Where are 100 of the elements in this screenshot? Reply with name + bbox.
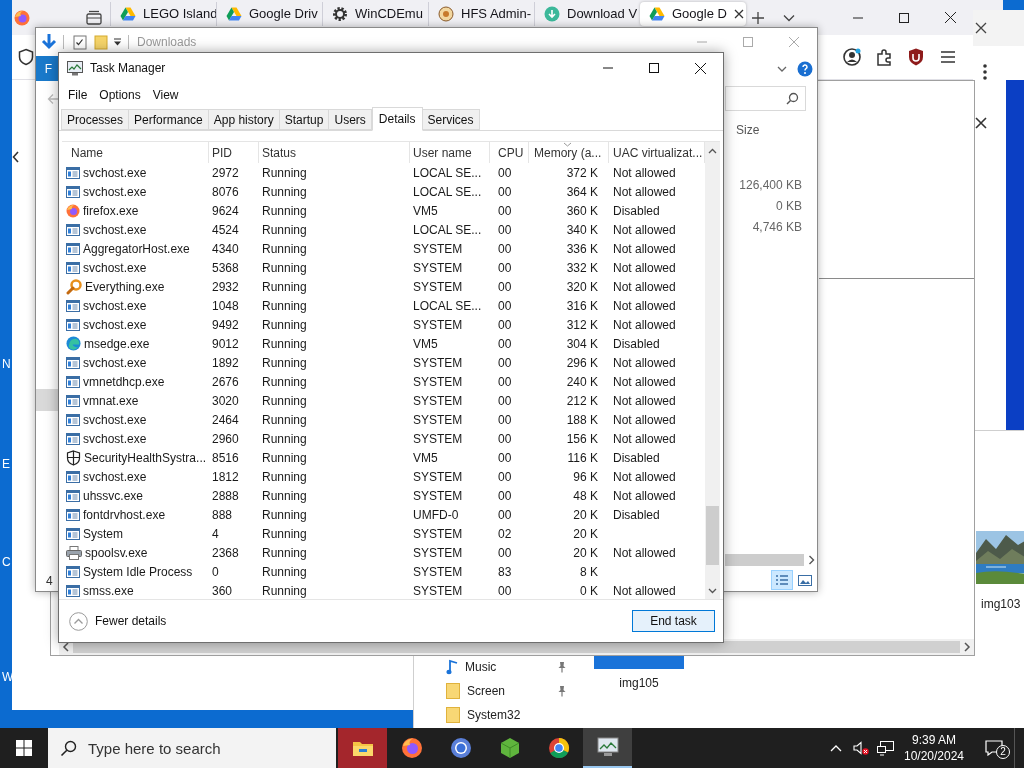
table-cell: LOCAL SE...	[413, 165, 482, 180]
desktop-icon-label[interactable]: E	[2, 455, 10, 473]
muted-speaker-icon[interactable]	[853, 740, 869, 756]
globe-logo-icon[interactable]	[14, 9, 30, 26]
kebab-menu-icon[interactable]	[983, 64, 987, 80]
table-cell: 4524	[212, 222, 239, 237]
table-cell: Disabled	[613, 336, 660, 351]
table-cell: 00	[498, 393, 512, 408]
details-view-button[interactable]	[771, 570, 793, 590]
file-label[interactable]: img103	[981, 597, 1021, 611]
dropdown-icon[interactable]	[113, 38, 122, 46]
tab[interactable]: Users	[328, 109, 372, 130]
column-header[interactable]: Size	[736, 121, 760, 139]
chevron-down-icon[interactable]	[783, 13, 795, 22]
close-icon	[789, 37, 799, 47]
chevron-left-icon[interactable]	[62, 642, 70, 652]
browser-tab[interactable]: LEGO Island	[110, 2, 216, 26]
close-icon[interactable]	[974, 21, 988, 35]
tab-list-icon[interactable]	[86, 10, 102, 25]
search-icon	[786, 92, 799, 105]
table-cell: 00	[498, 184, 512, 199]
scroll-down-icon[interactable]	[708, 587, 717, 594]
browser-tab[interactable]: Google Driv	[216, 2, 322, 26]
close-icon[interactable]	[733, 9, 744, 19]
browser-tab[interactable]: Google D	[640, 2, 746, 26]
fewer-details-button[interactable]: Fewer details	[69, 611, 167, 631]
menu-item[interactable]: Options	[93, 86, 147, 104]
nav-item[interactable]: Screen	[442, 680, 569, 702]
column-header[interactable]: PID	[209, 142, 259, 163]
close-icon[interactable]	[974, 116, 988, 130]
clock-time[interactable]: 9:39 AM	[912, 732, 956, 748]
checklist-icon[interactable]	[73, 34, 87, 50]
chevron-up-icon[interactable]	[830, 744, 842, 752]
browser-tab[interactable]: WinCDEmu	[322, 2, 428, 26]
end-task-button[interactable]: End task	[632, 610, 715, 632]
column-header[interactable]: Memory (a...	[529, 142, 609, 163]
table-cell: 296 K	[566, 355, 598, 370]
chevron-left-icon[interactable]	[12, 151, 20, 163]
tab[interactable]: Startup	[278, 109, 330, 130]
table-cell: 00	[498, 222, 512, 237]
column-header[interactable]: Status	[259, 142, 410, 163]
browser-tab[interactable]: Download V	[534, 2, 640, 26]
scroll-up-icon[interactable]	[708, 147, 717, 154]
back-arrow-icon[interactable]	[47, 93, 60, 105]
plus-icon[interactable]	[751, 10, 765, 25]
table-cell: VM5	[413, 336, 438, 351]
network-icon[interactable]	[877, 740, 894, 756]
download-arrow-icon[interactable]	[41, 33, 57, 51]
table-cell: SYSTEM	[413, 279, 463, 294]
column-header[interactable]: Name	[62, 142, 209, 163]
tab[interactable]: App history	[207, 109, 280, 130]
scrollbar-thumb[interactable]	[706, 506, 719, 565]
shield-icon[interactable]	[17, 48, 35, 66]
table-cell-text: svchost.exe	[83, 297, 147, 315]
taskbar-app-button[interactable]	[338, 728, 387, 768]
table-cell-text: svchost.exe	[83, 259, 147, 277]
column-header[interactable]: CPU	[490, 142, 529, 163]
window-icon	[66, 223, 80, 236]
table-cell: 00	[498, 279, 512, 294]
tab[interactable]: Processes	[61, 109, 130, 130]
nav-item[interactable]: System32	[442, 704, 569, 726]
clock-date[interactable]: 10/20/2024	[903, 748, 965, 764]
tab[interactable]: Services	[421, 109, 480, 130]
pin-icon[interactable]	[557, 661, 567, 673]
triangle-logo-icon	[649, 7, 665, 21]
table-cell: Running	[262, 450, 307, 465]
chevron-right-icon[interactable]	[963, 642, 971, 652]
tab[interactable]: Performance	[128, 109, 209, 130]
menu-item[interactable]: View	[146, 86, 185, 104]
tab[interactable]: Details	[371, 107, 423, 131]
notification-button[interactable]: 2	[974, 728, 1014, 768]
desktop-icon-label[interactable]: C	[2, 553, 11, 571]
printer-icon	[66, 545, 82, 560]
window-icon	[66, 185, 80, 198]
pin-icon[interactable]	[557, 685, 567, 697]
taskbar-app-button[interactable]	[583, 728, 632, 768]
column-header[interactable]: User name	[410, 142, 490, 163]
table-cell: 00	[498, 241, 512, 256]
puzzle-icon[interactable]	[874, 47, 894, 67]
vertical-scrollbar[interactable]	[705, 142, 720, 599]
chevron-down-icon[interactable]	[777, 65, 787, 72]
account-icon[interactable]	[842, 47, 862, 67]
menu-item[interactable]: File	[62, 86, 94, 104]
window-title: Downloads	[137, 34, 197, 51]
table-cell: 8076	[212, 184, 239, 199]
help-icon[interactable]	[797, 60, 813, 77]
nav-item[interactable]: Music	[442, 656, 569, 678]
table-cell: 9624	[212, 203, 239, 218]
chevron-right-icon[interactable]	[808, 555, 815, 565]
table-cell-text: vmnetdhcp.exe	[83, 373, 165, 391]
window-icon	[66, 318, 80, 331]
browser-tab[interactable]: HFS Admin-	[428, 2, 534, 26]
desktop-icon-label[interactable]: N	[2, 355, 11, 373]
table-cell: Not allowed	[613, 184, 676, 199]
shield-badge-icon[interactable]	[906, 47, 926, 67]
search-field[interactable]: Type here to search	[48, 728, 336, 768]
table-cell: 00	[498, 355, 512, 370]
file-label[interactable]: img105	[619, 674, 659, 692]
search-field[interactable]	[725, 86, 806, 111]
window-icon	[66, 356, 80, 369]
